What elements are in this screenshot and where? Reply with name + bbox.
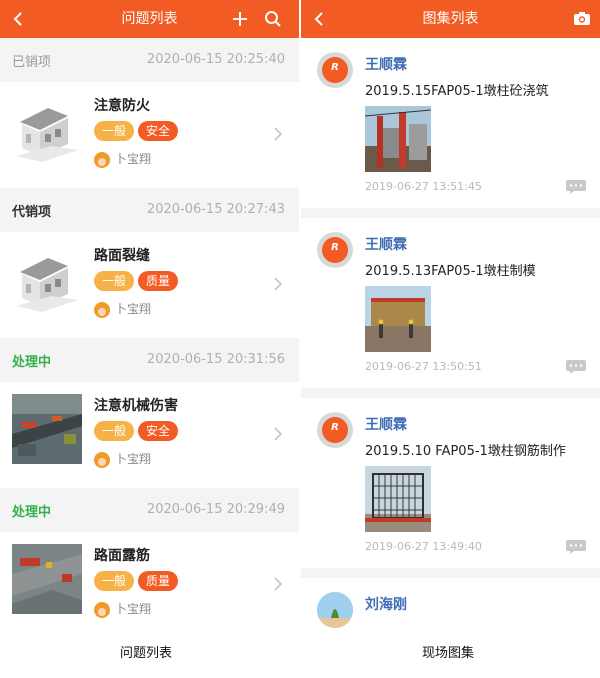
timestamp: 2020-06-15 20:25:40 [146, 52, 285, 67]
status-label: 代销项 [12, 205, 52, 220]
problem-title: 注意机械伤害 [94, 398, 178, 414]
avatar [94, 151, 110, 168]
camera-icon[interactable] [573, 10, 591, 28]
tag-group: 一般 安全 [94, 120, 182, 141]
post-time: 2019-06-27 13:49:40 [365, 540, 482, 553]
avatar [94, 301, 110, 318]
problem-title: 路面裂缝 [94, 248, 150, 264]
chevron-right-icon [274, 577, 283, 591]
page-title: 图集列表 [422, 11, 479, 27]
problem-card[interactable]: 注意防火 一般 安全 卜宝翔 [0, 82, 299, 188]
section-header: 处理中 2020-06-15 20:29:49 [0, 488, 299, 532]
reporter: 卜宝翔 [94, 450, 151, 468]
avatar [94, 601, 110, 618]
comment-icon[interactable] [566, 360, 586, 374]
tag-group: 一般 质量 [94, 270, 182, 291]
problem-list-screen: 问题列表 已销项 2020-06-15 20:25:40 注意防火 一般 安全 卜… [0, 0, 299, 630]
timestamp: 2020-06-15 20:29:49 [146, 502, 285, 517]
post-time: 2019-06-27 13:51:45 [365, 180, 482, 193]
avatar [94, 451, 110, 468]
plus-icon[interactable] [231, 10, 249, 28]
author-name[interactable]: 刘海刚 [365, 594, 407, 614]
avatar [317, 52, 353, 88]
chevron-right-icon [274, 277, 283, 291]
post-photo[interactable] [365, 106, 431, 172]
problem-title: 路面露筋 [94, 548, 150, 564]
tag-group: 一般 安全 [94, 420, 182, 441]
reporter-name: 卜宝翔 [115, 452, 152, 466]
type-tag: 质量 [138, 571, 179, 591]
avatar [317, 412, 353, 448]
reporter-name: 卜宝翔 [115, 152, 152, 166]
author-name[interactable]: 王顺霖 [365, 414, 407, 434]
tag-group: 一般 质量 [94, 570, 182, 591]
comment-icon[interactable] [566, 180, 586, 194]
comment-icon[interactable] [566, 540, 586, 554]
section-header: 已销项 2020-06-15 20:25:40 [0, 38, 299, 82]
post-photo[interactable] [365, 286, 431, 352]
top-bar: 图集列表 [301, 0, 600, 38]
right-caption: 现场图集 [422, 646, 475, 661]
top-bar: 问题列表 [0, 0, 299, 38]
type-tag: 安全 [138, 121, 179, 141]
avatar [317, 232, 353, 268]
post-title: 2019.5.15FAP05-1墩柱砼浇筑 [365, 84, 549, 99]
road-thumbnail [12, 544, 82, 614]
search-icon[interactable] [264, 10, 282, 28]
gallery-post[interactable]: 刘海刚 [301, 578, 600, 630]
type-tag: 质量 [138, 271, 179, 291]
level-tag: 一般 [94, 121, 135, 141]
gallery-post[interactable]: 王顺霖 2019.5.10 FAP05-1墩柱钢筋制作 2019-06-27 1… [301, 398, 600, 568]
timestamp: 2020-06-15 20:27:43 [146, 202, 285, 217]
photo-gallery-screen: 图集列表 王顺霖 2019.5.15FAP05-1墩柱砼浇筑 2019-06-2… [301, 0, 600, 630]
post-title: 2019.5.10 FAP05-1墩柱钢筋制作 [365, 444, 566, 459]
author-name[interactable]: 王顺霖 [365, 54, 407, 74]
avatar [317, 592, 353, 628]
gallery-post[interactable]: 王顺霖 2019.5.13FAP05-1墩柱制模 2019-06-27 13:5… [301, 218, 600, 388]
section-header: 代销项 2020-06-15 20:27:43 [0, 188, 299, 232]
post-photo[interactable] [365, 466, 431, 532]
chevron-right-icon [274, 127, 283, 141]
post-time: 2019-06-27 13:50:51 [365, 360, 482, 373]
reporter: 卜宝翔 [94, 150, 151, 168]
type-tag: 安全 [138, 421, 179, 441]
reporter: 卜宝翔 [94, 300, 151, 318]
machinery-thumbnail [12, 394, 82, 464]
timestamp: 2020-06-15 20:31:56 [146, 352, 285, 367]
left-caption: 问题列表 [120, 646, 173, 661]
author-name[interactable]: 王顺霖 [365, 234, 407, 254]
status-label: 已销项 [12, 55, 52, 70]
reporter-name: 卜宝翔 [115, 602, 152, 616]
building-thumbnail [12, 244, 82, 314]
chevron-right-icon [274, 427, 283, 441]
reporter: 卜宝翔 [94, 600, 151, 618]
section-header: 处理中 2020-06-15 20:31:56 [0, 338, 299, 382]
status-label: 处理中 [12, 355, 52, 370]
problem-title: 注意防火 [94, 98, 150, 114]
post-title: 2019.5.13FAP05-1墩柱制模 [365, 264, 536, 279]
captions: 问题列表 现场图集 [0, 630, 600, 678]
level-tag: 一般 [94, 421, 135, 441]
status-label: 处理中 [12, 505, 52, 520]
reporter-name: 卜宝翔 [115, 302, 152, 316]
level-tag: 一般 [94, 271, 135, 291]
level-tag: 一般 [94, 571, 135, 591]
problem-card[interactable]: 路面裂缝 一般 质量 卜宝翔 [0, 232, 299, 338]
problem-card[interactable]: 路面露筋 一般 质量 卜宝翔 [0, 532, 299, 630]
gallery-post[interactable]: 王顺霖 2019.5.15FAP05-1墩柱砼浇筑 2019-06-27 13:… [301, 38, 600, 208]
problem-card[interactable]: 注意机械伤害 一般 安全 卜宝翔 [0, 382, 299, 488]
page-title: 问题列表 [121, 11, 178, 27]
building-thumbnail [12, 94, 82, 164]
